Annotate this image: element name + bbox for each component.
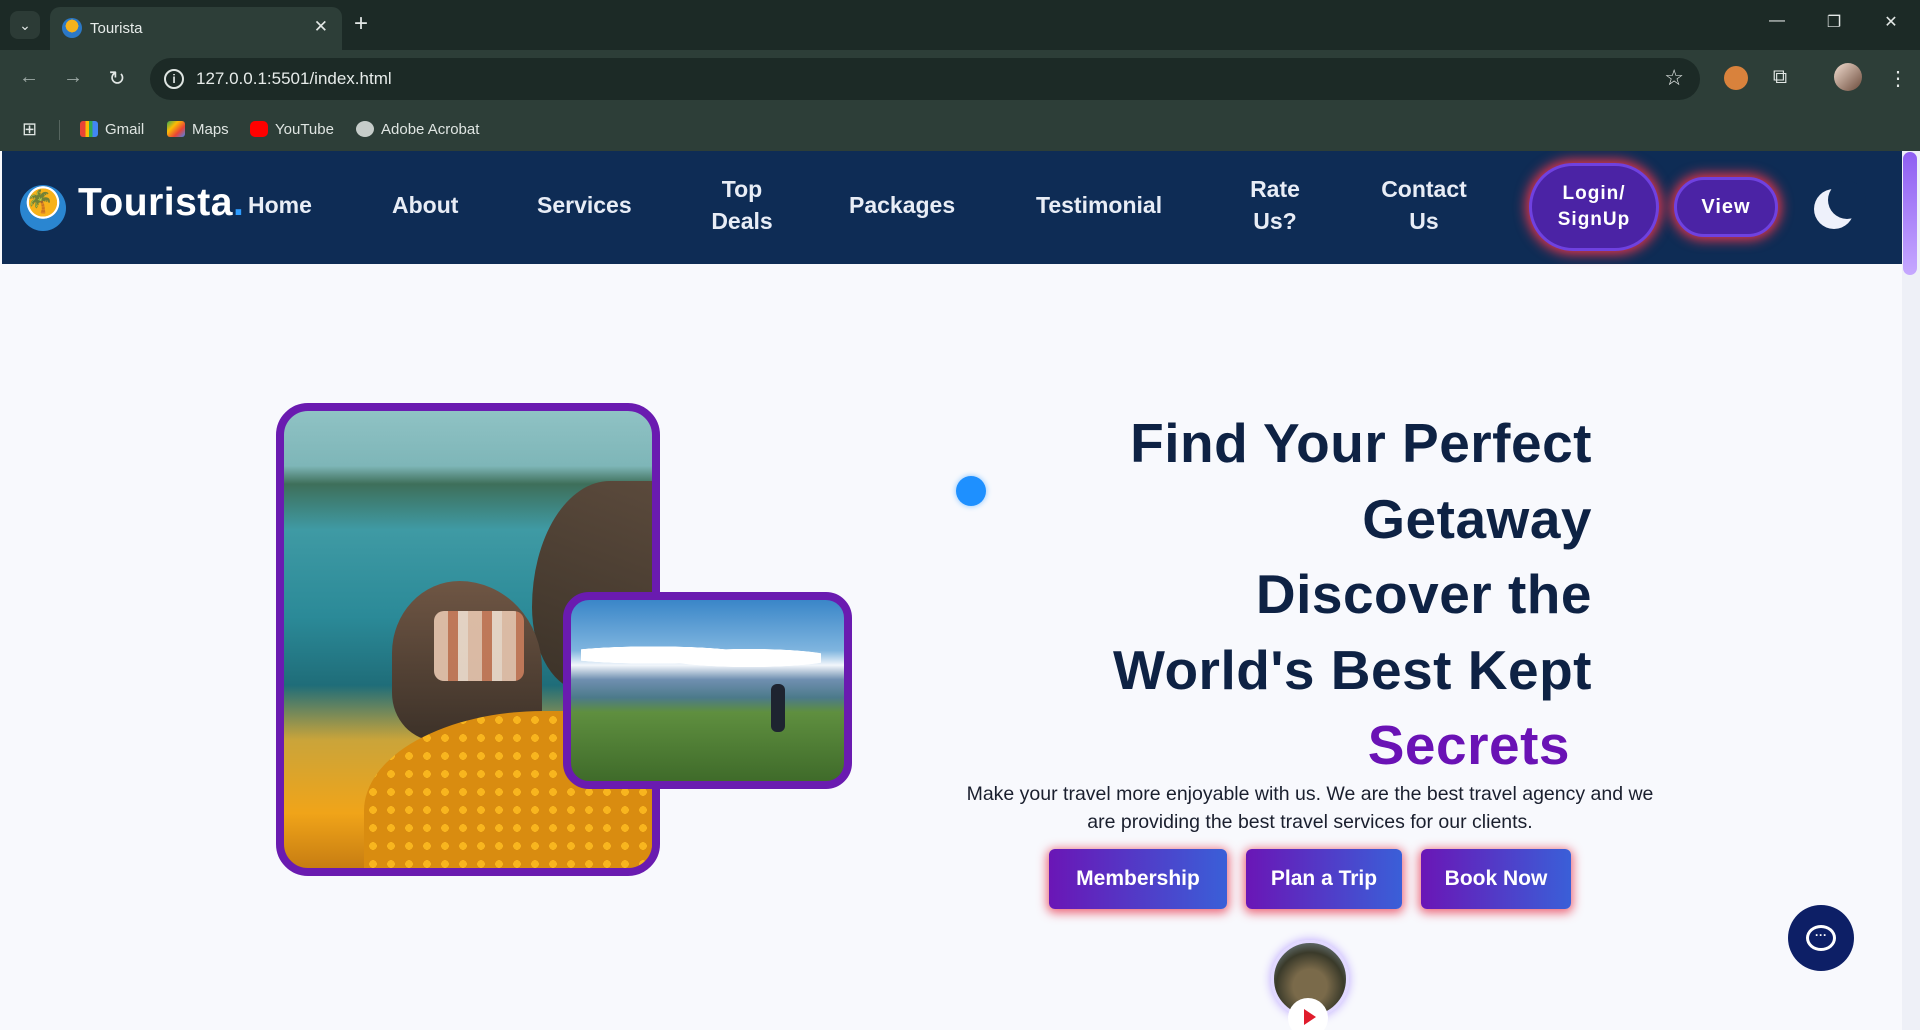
headline-line: Discover the	[1255, 563, 1592, 625]
play-icon	[1304, 1009, 1316, 1025]
headline-accent: Secrets	[1367, 714, 1570, 776]
nav-label: Contact	[1381, 176, 1467, 202]
bookmark-label: Maps	[192, 120, 229, 138]
forward-icon[interactable]: →	[60, 66, 86, 89]
close-window-icon[interactable]: ✕	[1876, 12, 1906, 32]
nav-label: Us	[1409, 208, 1439, 234]
cookie-extension-icon[interactable]	[1724, 66, 1748, 90]
image-detail	[581, 640, 821, 670]
nav-contact-us[interactable]: Contact Us	[1374, 173, 1474, 237]
plus-icon[interactable]: +	[354, 10, 368, 38]
star-icon[interactable]: ☆	[1664, 65, 1684, 91]
hero-image-mountains	[563, 592, 852, 789]
profile-avatar[interactable]	[1834, 63, 1862, 91]
minimize-icon[interactable]: —	[1762, 12, 1792, 30]
page-scrollbar[interactable]	[1902, 151, 1920, 1030]
bookmarks-bar: ⊞ Gmail Maps YouTube Adobe Acrobat	[0, 108, 1920, 151]
browser-tab[interactable]: Tourista ✕	[50, 7, 342, 50]
button-label: SignUp	[1557, 209, 1631, 230]
nav-services[interactable]: Services	[537, 189, 632, 221]
nav-label: Top	[721, 176, 763, 202]
bookmark-gmail[interactable]: Gmail	[80, 116, 144, 142]
nav-top-deals[interactable]: Top Deals	[702, 173, 782, 237]
url-text[interactable]: 127.0.0.1:5501/index.html	[196, 69, 392, 89]
bookmark-label: Adobe Acrobat	[381, 120, 480, 138]
restore-icon[interactable]: ❐	[1819, 12, 1849, 32]
back-icon[interactable]: ←	[16, 66, 42, 89]
scrollbar-thumb[interactable]	[1903, 152, 1917, 275]
image-detail	[771, 684, 785, 732]
moon-shadow	[1828, 181, 1866, 219]
youtube-icon	[250, 121, 268, 137]
more-icon[interactable]: ⋮	[1886, 66, 1910, 90]
bookmark-adobe-acrobat[interactable]: Adobe Acrobat	[356, 116, 479, 142]
chat-button[interactable]: ···	[1788, 905, 1854, 971]
headline-line: Getaway	[1362, 487, 1592, 550]
nav-testimonial[interactable]: Testimonial	[1036, 189, 1162, 221]
headline-line: World's Best Kept	[1113, 638, 1592, 701]
button-label: Login/	[1562, 183, 1626, 204]
brand-name[interactable]: Tourista.	[78, 181, 244, 225]
nav-label: Rate	[1250, 176, 1300, 202]
bookmark-separator	[59, 120, 60, 140]
tourista-page: 🌴 Tourista. Home About Services Top Deal…	[0, 151, 1920, 1030]
apps-icon[interactable]: ⊞	[22, 119, 37, 140]
tab-list-icon[interactable]: ⌄	[10, 11, 40, 39]
browser-tab-bar: ⌄ Tourista ✕ + — ❐ ✕	[0, 0, 1920, 50]
membership-button[interactable]: Membership	[1049, 849, 1227, 909]
maps-icon	[167, 121, 185, 137]
bookmark-label: Gmail	[105, 120, 145, 138]
site-info-icon[interactable]: i	[164, 69, 184, 89]
nav-packages[interactable]: Packages	[849, 189, 955, 221]
bookmark-maps[interactable]: Maps	[167, 116, 229, 142]
nav-label: Deals	[711, 208, 773, 234]
logo-icon[interactable]: 🌴	[20, 185, 66, 231]
plan-trip-button[interactable]: Plan a Trip	[1246, 849, 1402, 909]
hero-subtext: Make your travel more enjoyable with us.…	[966, 783, 1654, 833]
nav-rate-us[interactable]: Rate Us?	[1238, 173, 1312, 237]
image-detail	[434, 611, 524, 681]
favicon-icon	[62, 18, 82, 38]
browser-toolbar: ← → ↻ i 127.0.0.1:5501/index.html ☆ ⧉ ⋮	[0, 50, 1920, 108]
site-navbar: 🌴 Tourista. Home About Services Top Deal…	[2, 151, 1902, 264]
gmail-icon	[80, 121, 98, 137]
close-icon[interactable]: ✕	[314, 17, 328, 37]
bookmark-label: YouTube	[275, 120, 334, 138]
puzzle-icon[interactable]: ⧉	[1768, 66, 1792, 90]
chat-icon: ···	[1806, 925, 1836, 951]
globe-icon	[356, 121, 374, 137]
reload-icon[interactable]: ↻	[104, 66, 130, 91]
login-signup-button[interactable]: Login/ SignUp	[1529, 163, 1659, 251]
book-now-button[interactable]: Book Now	[1421, 849, 1571, 909]
nav-home[interactable]: Home	[248, 189, 312, 221]
nav-about[interactable]: About	[392, 189, 458, 221]
tab-title: Tourista	[90, 20, 143, 37]
nav-label: Us?	[1253, 208, 1297, 234]
hero-headline: Find Your Perfect Getaway Discover the W…	[960, 406, 1592, 784]
bookmark-youtube[interactable]: YouTube	[250, 116, 334, 142]
headline-line: Find Your Perfect	[1130, 412, 1592, 474]
address-bar[interactable]: i 127.0.0.1:5501/index.html ☆	[150, 58, 1700, 100]
view-button[interactable]: View	[1674, 177, 1778, 237]
